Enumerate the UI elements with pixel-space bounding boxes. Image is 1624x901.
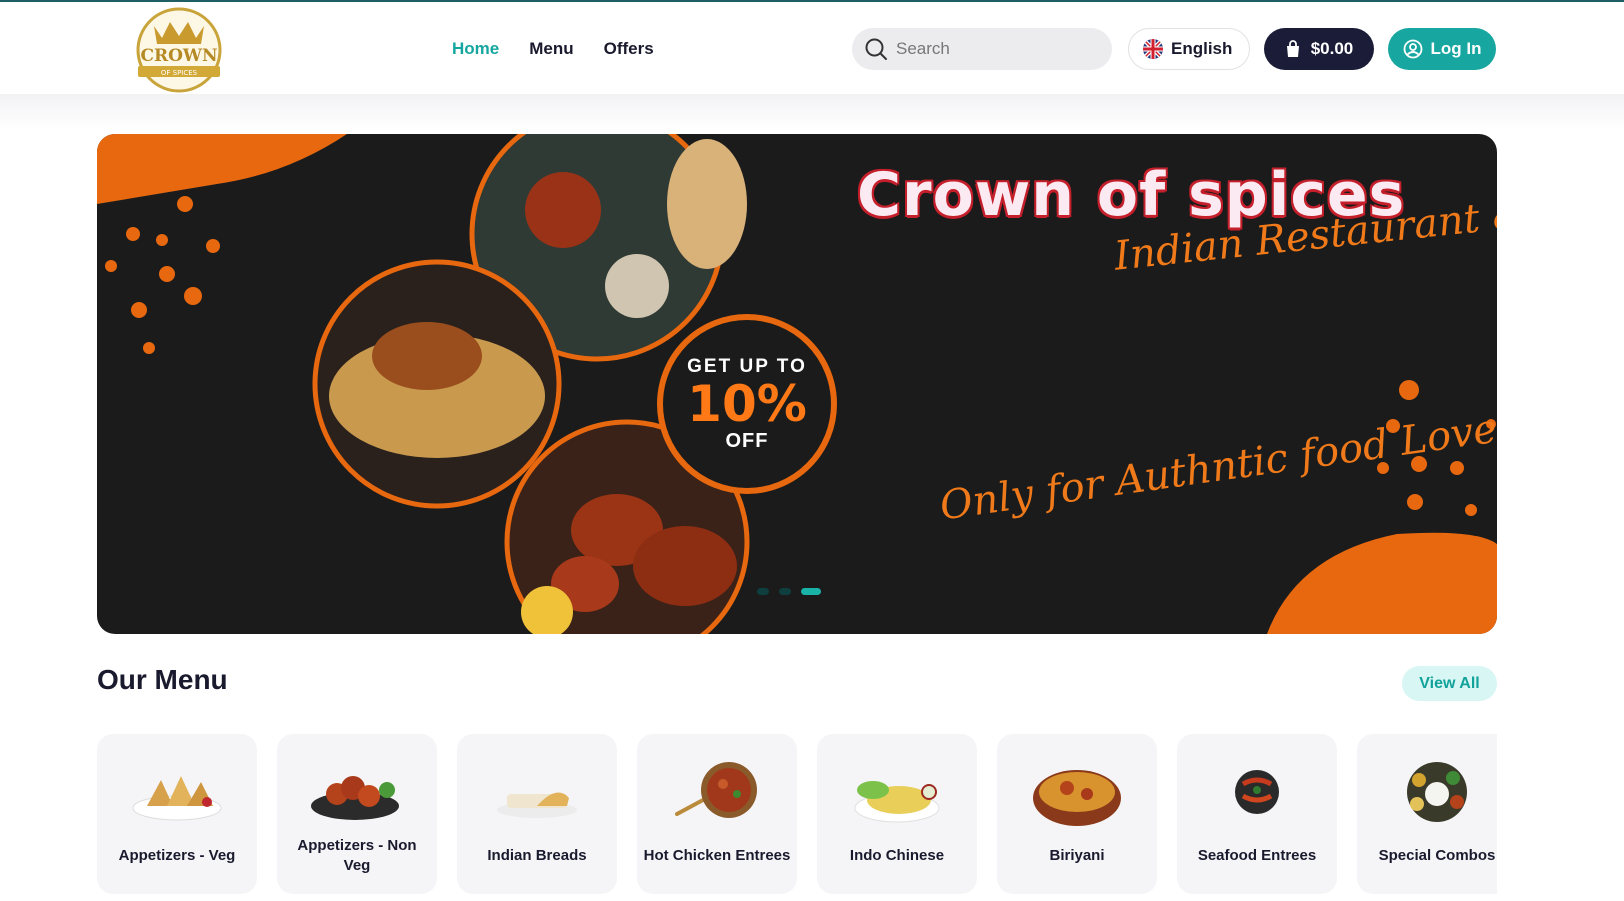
category-indian-breads[interactable]: Indian Breads (457, 734, 617, 894)
fried-rice-icon (854, 781, 940, 823)
category-appetizers-non-veg[interactable]: Appetizers - Non Veg (277, 734, 437, 894)
language-label: English (1171, 39, 1233, 58)
view-all-button[interactable]: View All (1402, 666, 1497, 701)
category-label: Indian Breads (487, 847, 587, 864)
carousel-dot-1[interactable] (757, 588, 769, 595)
our-menu-heading: Our Menu (97, 664, 228, 695)
cart-total: $0.00 (1310, 39, 1354, 58)
category-label: Biriyani (1049, 847, 1105, 864)
offer-value: 10% (687, 375, 807, 433)
category-label: Seafood Entrees (1197, 847, 1317, 864)
category-label: Indo Chinese (849, 847, 945, 864)
shopping-bag-icon (1286, 40, 1299, 57)
language-selector[interactable]: English (1128, 28, 1250, 70)
carousel-dot-2[interactable] (779, 588, 791, 595)
thali-icon (1407, 762, 1467, 822)
search-box[interactable] (852, 28, 1112, 70)
category-hot-chicken-entrees[interactable]: Hot Chicken Entrees (637, 734, 797, 894)
crown-of-spices-logo[interactable]: CROWN OF SPICES (124, 6, 234, 94)
search-icon (865, 38, 887, 60)
nav-offers[interactable]: Offers (604, 36, 654, 62)
search-input[interactable] (896, 39, 1096, 59)
nav-menu[interactable]: Menu (529, 36, 573, 62)
category-label: Appetizers - Veg (118, 847, 236, 864)
carousel-dot-3[interactable] (801, 588, 821, 595)
category-indo-chinese[interactable]: Indo Chinese (817, 734, 977, 894)
discount-badge: GET UP TO 10% OFF (657, 314, 837, 494)
samosa-icon (132, 776, 222, 821)
category-label: Hot Chicken Entrees (643, 847, 791, 864)
chicken-wings-icon (311, 776, 399, 820)
seafood-plate-icon (1235, 770, 1279, 814)
header-shadow (0, 94, 1624, 130)
svg-text:CROWN: CROWN (140, 46, 217, 66)
hero-banner[interactable]: GET UP TO 10% OFF Crown of spices Indian… (97, 134, 1497, 634)
user-circle-icon (1403, 39, 1422, 59)
category-special-combos[interactable]: Special Combos (1357, 734, 1497, 894)
uk-flag-icon (1143, 39, 1163, 59)
nav-home[interactable]: Home (452, 36, 499, 62)
category-label: Appetizers - Non Veg (297, 837, 417, 874)
bread-icon (497, 792, 577, 818)
main-nav: Home Menu Offers (452, 36, 654, 62)
menu-categories: Appetizers - Veg Appetizers - Non Veg In… (97, 734, 1497, 894)
svg-text:OF SPICES: OF SPICES (161, 69, 198, 77)
carousel-dots (757, 588, 821, 595)
biriyani-bowl-icon (1033, 770, 1121, 826)
cart-button[interactable]: $0.00 (1264, 28, 1374, 70)
curry-pan-icon (675, 762, 757, 818)
offer-line-3: OFF (725, 430, 769, 452)
category-seafood-entrees[interactable]: Seafood Entrees (1177, 734, 1337, 894)
category-appetizers-veg[interactable]: Appetizers - Veg (97, 734, 257, 894)
category-biriyani[interactable]: Biriyani (997, 734, 1157, 894)
login-label: Log In (1430, 39, 1482, 58)
category-label: Special Combos (1378, 847, 1496, 864)
login-button[interactable]: Log In (1388, 28, 1496, 70)
site-header: CROWN OF SPICES Home Menu Offers Search … (0, 2, 1624, 94)
